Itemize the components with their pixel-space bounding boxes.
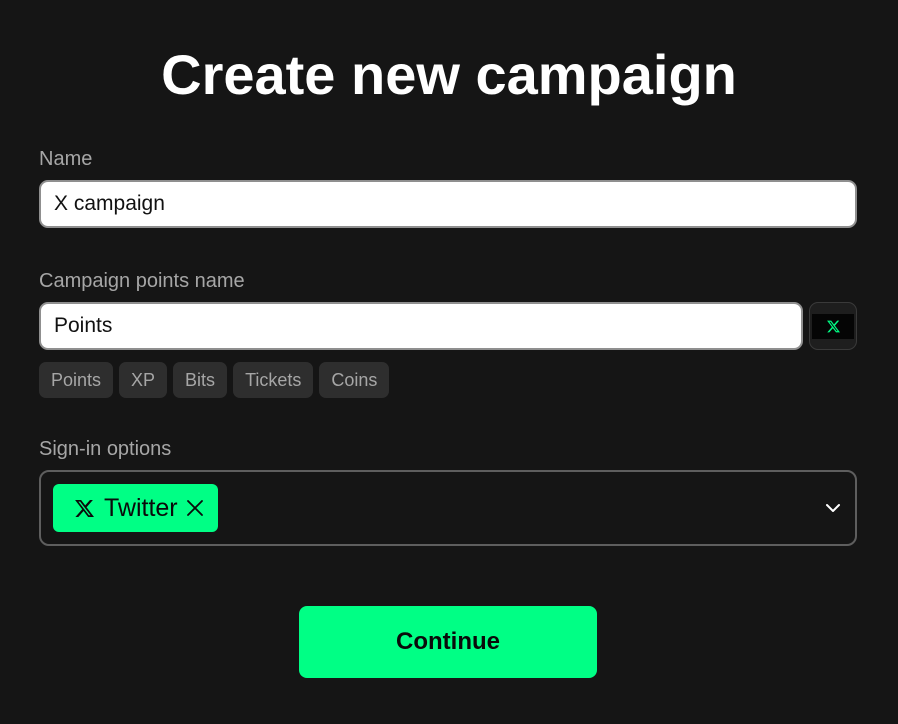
chevron-down-icon [826,504,840,512]
page-title: Create new campaign [161,43,737,106]
points-name-label: Campaign points name [39,270,245,292]
close-icon [186,500,203,516]
points-icon-preview [812,313,854,339]
sign-in-tag-label: Twitter [104,493,178,522]
sign-in-tag-twitter: Twitter [53,484,218,532]
sign-in-options-select[interactable]: Twitter [39,470,857,546]
suggestion-chip-points[interactable]: Points [39,362,114,398]
x-logo-icon [826,320,840,332]
sign-in-options-label: Sign-in options [39,438,172,460]
continue-button[interactable]: Continue [299,606,597,678]
points-icon-button[interactable] [809,302,857,350]
suggestion-chip-coins[interactable]: Coins [319,362,390,398]
x-logo-icon [75,499,94,517]
name-label: Name [39,148,93,170]
remove-tag-button[interactable] [186,499,204,517]
name-input[interactable] [39,180,857,228]
dropdown-toggle[interactable] [823,498,843,518]
suggestion-chip-bits[interactable]: Bits [173,362,228,398]
suggestion-chip-tickets[interactable]: Tickets [233,362,314,398]
points-name-input[interactable] [39,302,803,350]
suggestion-chip-xp[interactable]: XP [119,362,168,398]
points-name-suggestions: Points XP Bits Tickets Coins [39,362,390,398]
